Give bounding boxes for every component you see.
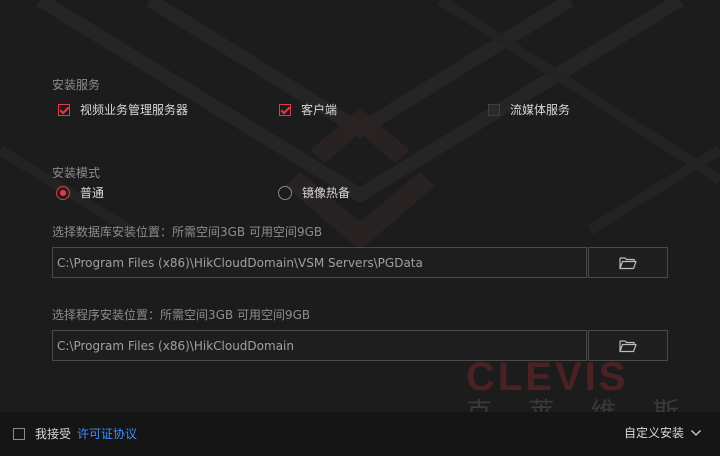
streaming-label: 流媒体服务 — [510, 103, 571, 117]
chevron-down-icon — [691, 429, 701, 436]
custom-install-button[interactable]: 自定义安装 — [624, 424, 702, 441]
program-location-label: 选择程序安装位置：所需空间3GB 可用空间9GB — [52, 308, 311, 322]
mode-option-normal[interactable]: 普通 — [56, 184, 104, 201]
normal-label: 普通 — [80, 186, 105, 200]
accept-checkbox[interactable] — [13, 427, 25, 440]
accept-label: 我接受 — [35, 427, 72, 441]
custom-install-label: 自定义安装 — [624, 426, 685, 440]
license-agreement-link[interactable]: 许可证协议 — [77, 425, 137, 442]
client-label: 客户端 — [301, 103, 338, 117]
service-option-vsm[interactable]: 视频业务管理服务器 — [58, 101, 188, 118]
install-services-label: 安装服务 — [52, 78, 101, 92]
db-path-input[interactable] — [52, 247, 587, 278]
service-option-client[interactable]: 客户端 — [279, 101, 337, 118]
streaming-checkbox — [488, 103, 500, 116]
vsm-label: 视频业务管理服务器 — [80, 103, 189, 117]
program-browse-button[interactable] — [588, 330, 668, 361]
folder-open-icon — [619, 339, 637, 352]
program-path-input[interactable] — [52, 330, 587, 361]
client-checkbox[interactable] — [279, 103, 291, 116]
accept-license-option[interactable]: 我接受 许可证协议 — [13, 425, 137, 442]
hot-standby-label: 镜像热备 — [302, 186, 351, 200]
hot-standby-radio[interactable] — [278, 185, 292, 200]
folder-open-icon — [619, 256, 637, 269]
vsm-checkbox[interactable] — [58, 103, 70, 116]
install-mode-label: 安装模式 — [52, 166, 101, 180]
db-browse-button[interactable] — [588, 247, 668, 278]
db-location-label: 选择数据库安装位置：所需空间3GB 可用空间9GB — [52, 225, 323, 239]
normal-radio[interactable] — [56, 185, 70, 200]
service-option-streaming: 流媒体服务 — [488, 101, 570, 118]
mode-option-hot-standby[interactable]: 镜像热备 — [278, 184, 350, 201]
